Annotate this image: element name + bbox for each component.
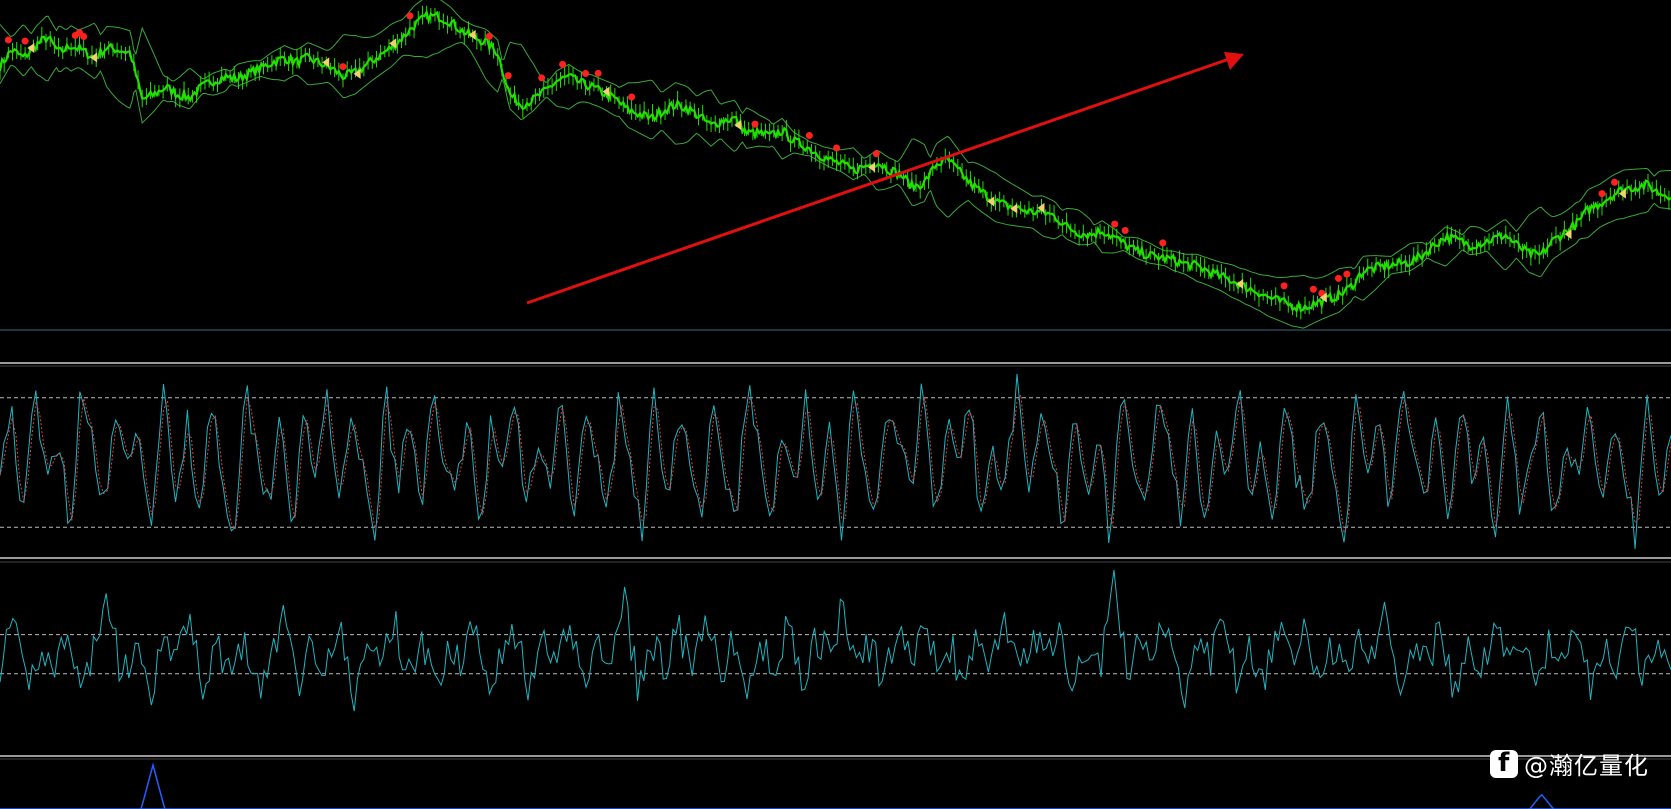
- buy-signal-marker: [1343, 270, 1351, 278]
- buy-signal-marker: [559, 60, 567, 68]
- buy-signal-marker: [1334, 274, 1342, 282]
- buy-signal-marker: [582, 70, 590, 78]
- buy-signal-marker: [21, 37, 29, 45]
- buy-signal-marker: [485, 32, 493, 40]
- trading-chart: [0, 0, 1671, 809]
- buy-signal-marker: [751, 120, 759, 128]
- buy-signal-marker: [594, 69, 602, 77]
- watermark-handle: @瀚亿量化: [1524, 752, 1649, 780]
- buy-signal-marker: [80, 33, 88, 41]
- buy-signal-marker: [1598, 190, 1606, 198]
- buy-signal-marker: [504, 72, 512, 80]
- buy-signal-marker: [805, 132, 813, 140]
- buy-signal-marker: [1309, 285, 1317, 293]
- buy-signal-marker: [1111, 220, 1119, 228]
- buy-signal-marker: [1280, 282, 1288, 290]
- buy-signal-marker: [4, 36, 12, 44]
- chart-background: [0, 0, 1671, 809]
- buy-signal-marker: [1611, 178, 1619, 186]
- buy-signal-marker: [538, 74, 546, 82]
- buy-signal-marker: [1159, 239, 1167, 247]
- buy-signal-marker: [872, 150, 880, 158]
- buy-signal-marker: [406, 12, 414, 20]
- buy-signal-marker: [833, 144, 841, 152]
- watermark: @瀚亿量化: [1490, 746, 1649, 781]
- buy-signal-marker: [1121, 227, 1129, 235]
- buy-signal-marker: [628, 93, 636, 101]
- platform-logo-icon: [1490, 748, 1518, 778]
- buy-signal-marker: [339, 63, 347, 71]
